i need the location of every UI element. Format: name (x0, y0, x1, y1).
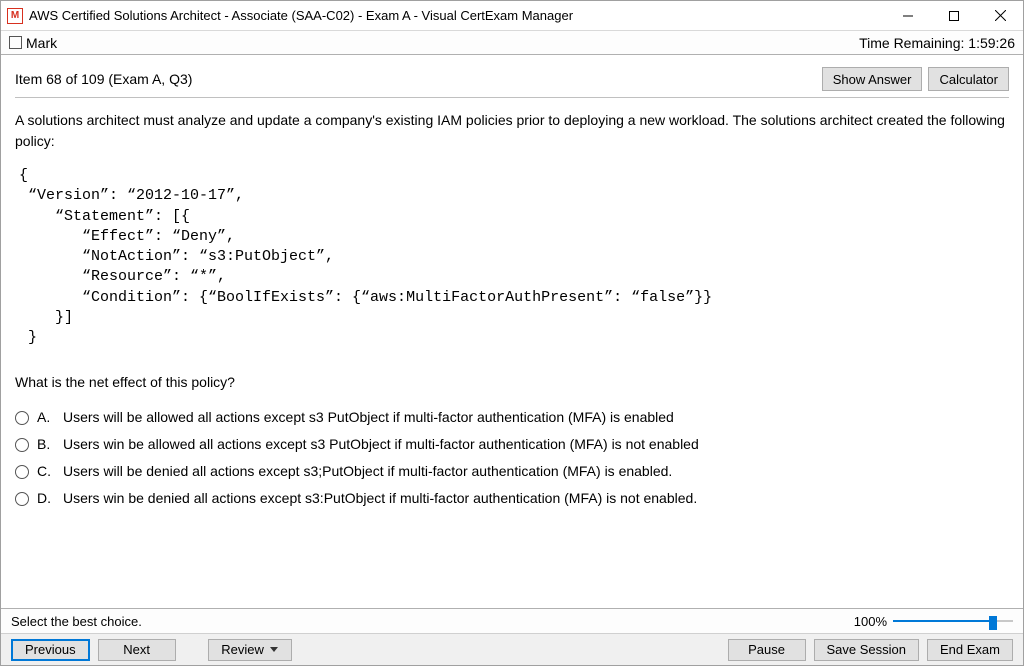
review-label: Review (221, 642, 264, 657)
radio-icon (15, 492, 29, 506)
radio-icon (15, 465, 29, 479)
progress-percentage: 100% (854, 614, 887, 629)
status-bar: Select the best choice. 100% (1, 609, 1023, 633)
question-body: A solutions architect must analyze and u… (15, 110, 1009, 608)
question-intro: A solutions architect must analyze and u… (15, 110, 1009, 152)
app-window: M AWS Certified Solutions Architect - As… (0, 0, 1024, 666)
calculator-button[interactable]: Calculator (928, 67, 1009, 91)
content-header: Item 68 of 109 (Exam A, Q3) Show Answer … (15, 67, 1009, 91)
answer-option[interactable]: B. Users win be allowed all actions exce… (15, 434, 1009, 455)
answer-text: Users will be denied all actions except … (63, 461, 672, 482)
save-session-button[interactable]: Save Session (814, 639, 920, 661)
progress-thumb-icon (989, 616, 997, 630)
end-exam-button[interactable]: End Exam (927, 639, 1013, 661)
answer-list: A. Users will be allowed all actions exc… (15, 407, 1009, 509)
policy-code-block: { “Version”: “2012-10-17”, “Statement”: … (19, 166, 1009, 348)
minimize-icon (903, 11, 913, 21)
minimize-button[interactable] (885, 1, 931, 30)
chevron-down-icon (270, 647, 278, 652)
previous-button[interactable]: Previous (11, 639, 90, 661)
mark-toggle[interactable]: Mark (9, 35, 57, 51)
maximize-button[interactable] (931, 1, 977, 30)
app-icon: M (7, 8, 23, 24)
window-title: AWS Certified Solutions Architect - Asso… (29, 8, 885, 23)
footer: Select the best choice. 100% Previous Ne… (1, 608, 1023, 665)
instruction-text: Select the best choice. (11, 614, 142, 629)
window-controls (885, 1, 1023, 30)
answer-letter: C. (37, 461, 55, 482)
answer-text: Users will be allowed all actions except… (63, 407, 674, 428)
mark-label: Mark (26, 35, 57, 51)
answer-text: Users win be allowed all actions except … (63, 434, 699, 455)
answer-text: Users win be denied all actions except s… (63, 488, 697, 509)
pause-button[interactable]: Pause (728, 639, 806, 661)
next-button[interactable]: Next (98, 639, 176, 661)
time-remaining: Time Remaining: 1:59:26 (859, 35, 1015, 51)
nav-bar: Previous Next Review Pause Save Session … (1, 633, 1023, 665)
maximize-icon (949, 11, 959, 21)
progress-slider[interactable] (893, 614, 1013, 628)
radio-icon (15, 411, 29, 425)
mark-checkbox-icon (9, 36, 22, 49)
radio-icon (15, 438, 29, 452)
answer-option[interactable]: C. Users will be denied all actions exce… (15, 461, 1009, 482)
question-prompt: What is the net effect of this policy? (15, 372, 1009, 393)
divider (15, 97, 1009, 98)
show-answer-button[interactable]: Show Answer (822, 67, 923, 91)
review-button[interactable]: Review (208, 639, 292, 661)
mark-bar: Mark Time Remaining: 1:59:26 (1, 31, 1023, 55)
answer-option[interactable]: D. Users win be denied all actions excep… (15, 488, 1009, 509)
content-area: Item 68 of 109 (Exam A, Q3) Show Answer … (1, 55, 1023, 608)
item-counter: Item 68 of 109 (Exam A, Q3) (15, 71, 822, 87)
answer-letter: D. (37, 488, 55, 509)
titlebar: M AWS Certified Solutions Architect - As… (1, 1, 1023, 31)
close-icon (995, 10, 1006, 21)
answer-letter: B. (37, 434, 55, 455)
progress-fill (893, 620, 989, 622)
close-button[interactable] (977, 1, 1023, 30)
answer-letter: A. (37, 407, 55, 428)
answer-option[interactable]: A. Users will be allowed all actions exc… (15, 407, 1009, 428)
